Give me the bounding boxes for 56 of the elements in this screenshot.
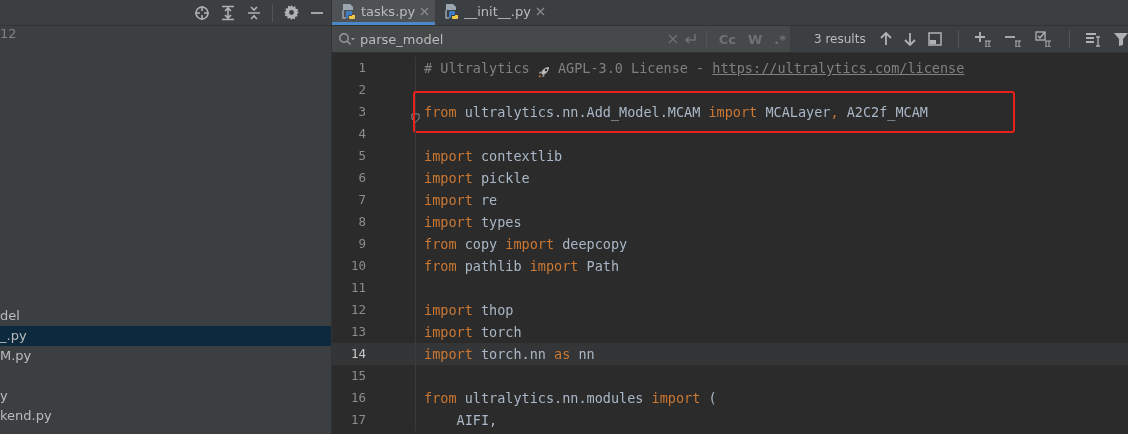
code-line: # Ultralytics AGPL-3.0 License - https://ultralytics.com/license bbox=[423, 59, 965, 79]
code-line: import torch.nn as nn bbox=[423, 345, 595, 364]
arrow-up-icon[interactable] bbox=[879, 32, 892, 46]
line-number: 13 bbox=[349, 323, 366, 341]
add-occurrence-icon[interactable] bbox=[974, 31, 993, 47]
line-number: 9 bbox=[357, 235, 366, 253]
line-number: 2 bbox=[357, 81, 366, 99]
link[interactable]: https://ultralytics.com/license bbox=[712, 60, 965, 76]
code-line: import torch bbox=[423, 323, 522, 342]
code-line: from ultralytics.nn.Add_Model.MCAM import MCALayer, A2C2f_MCAM bbox=[423, 103, 928, 123]
collapse-all-icon[interactable] bbox=[246, 4, 262, 21]
tree-row-text: 12 bbox=[0, 26, 17, 41]
python-file-icon bbox=[340, 3, 356, 19]
code-line: import types bbox=[423, 213, 522, 232]
file-name[interactable]: M.py bbox=[0, 348, 32, 363]
file-name[interactable]: y bbox=[0, 388, 8, 403]
search-icon[interactable] bbox=[338, 32, 356, 46]
line-number: 7 bbox=[357, 191, 366, 209]
line-number: 12 bbox=[349, 301, 366, 319]
file-name[interactable]: del bbox=[0, 308, 20, 323]
line-number: 1 bbox=[357, 59, 366, 77]
line-number: 16 bbox=[349, 389, 366, 407]
editor-tab[interactable]: tasks.py bbox=[332, 0, 436, 25]
window-icon[interactable] bbox=[927, 32, 942, 46]
filter-icon[interactable] bbox=[1113, 32, 1128, 46]
line-number: 14 bbox=[349, 345, 366, 363]
line-number: 17 bbox=[349, 411, 366, 429]
code-line: import re bbox=[423, 191, 498, 210]
results-count: 3 results bbox=[814, 32, 866, 46]
python-file-icon bbox=[443, 3, 460, 19]
file-name[interactable]: kend.py bbox=[0, 408, 52, 423]
line-number: 5 bbox=[357, 147, 366, 165]
code-line: from copy import deepcopy bbox=[423, 235, 628, 254]
code-line: AIFI, bbox=[455, 411, 498, 430]
settings-icon[interactable] bbox=[283, 4, 299, 21]
code-line: from pathlib import Path bbox=[423, 257, 620, 276]
crosshair-icon[interactable] bbox=[194, 4, 210, 21]
line-number: 6 bbox=[357, 169, 366, 187]
code-line: import thop bbox=[423, 301, 514, 320]
line-number: 11 bbox=[349, 279, 366, 297]
line-number: 3 bbox=[357, 103, 366, 121]
expand-all-icon[interactable] bbox=[220, 4, 236, 21]
line-number: 4 bbox=[357, 125, 366, 143]
close-icon[interactable] bbox=[535, 6, 545, 16]
editor-tab[interactable]: __init__.py bbox=[435, 0, 551, 25]
code-line: from ultralytics.nn.modules import ( bbox=[423, 389, 717, 408]
code-line: import contextlib bbox=[423, 147, 563, 166]
line-number: 15 bbox=[349, 367, 366, 385]
line-number: 8 bbox=[357, 213, 366, 231]
multiline-icon[interactable] bbox=[1085, 31, 1102, 47]
arrow-down-icon[interactable] bbox=[903, 32, 916, 46]
file-name[interactable]: _.py bbox=[0, 328, 27, 343]
code-line: import pickle bbox=[423, 169, 530, 188]
select-all-icon[interactable] bbox=[1034, 31, 1053, 47]
line-number: 10 bbox=[349, 257, 366, 275]
selected-row[interactable]: _.py bbox=[0, 326, 331, 346]
